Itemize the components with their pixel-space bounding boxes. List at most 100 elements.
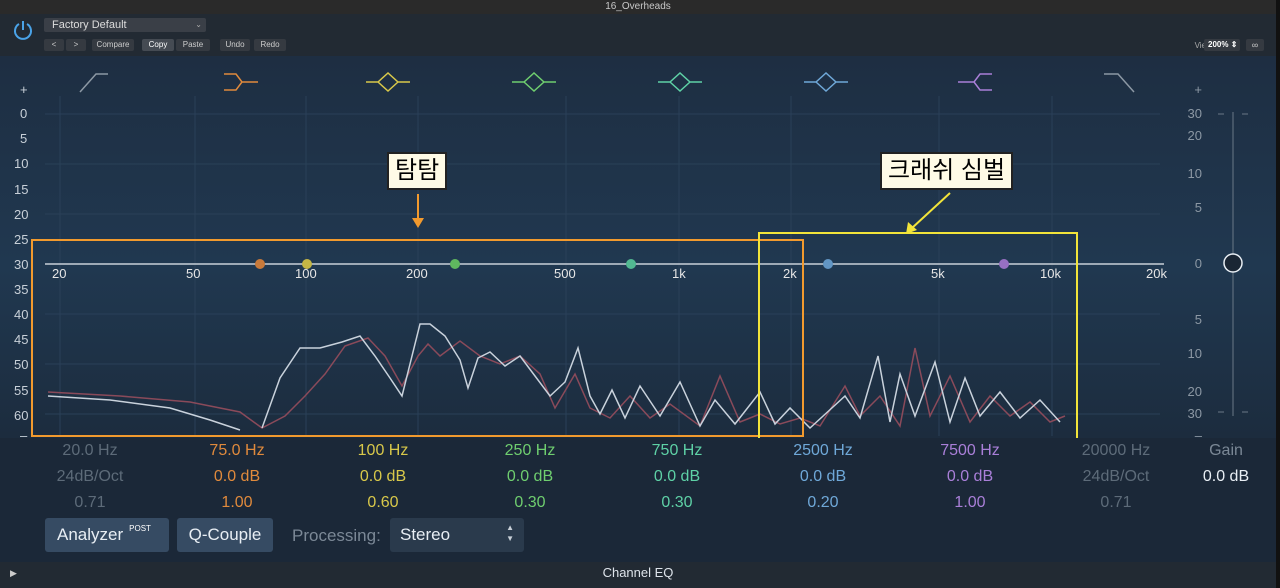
band-2-freq[interactable]: 75.0 Hz <box>177 438 297 464</box>
band-2-lowshelf-icon[interactable] <box>224 73 258 91</box>
crash-annotation-label: 크래쉬 심벌 <box>880 152 1014 190</box>
band-6-peak-icon[interactable] <box>804 71 848 93</box>
band-3-peak-icon[interactable] <box>366 71 410 93</box>
processing-label: Processing: <box>292 526 381 545</box>
bottom-controls: Analyzer POST Q-Couple Processing: Stereo… <box>0 510 1276 562</box>
band-7-handle[interactable] <box>999 259 1009 269</box>
db-scale-left-label: 35 <box>14 282 29 297</box>
db-scale-right-label: 20 <box>1187 384 1202 399</box>
background-strip <box>1276 0 1280 588</box>
gain-label: Gain <box>1209 442 1243 459</box>
band-5-params: 750 Hz 0.0 dB 0.30 <box>617 438 737 516</box>
redo-button[interactable]: Redo <box>254 39 286 51</box>
link-icon[interactable]: ∞ <box>1246 39 1264 51</box>
gain-slider-knob[interactable] <box>1223 253 1243 273</box>
db-scale-right-label: 5 <box>1194 200 1202 215</box>
analyzer-button[interactable]: Analyzer POST <box>45 518 169 552</box>
post-badge[interactable]: POST <box>129 512 151 546</box>
updown-arrows-icon: ▲ ▼ <box>506 523 514 543</box>
processing-select[interactable]: Stereo ▲ ▼ <box>390 518 524 552</box>
db-scale-left-label: 0 <box>20 106 28 121</box>
db-scale-right-label: 5 <box>1194 312 1202 327</box>
band-7-gain[interactable]: 0.0 dB <box>910 464 1030 490</box>
band-2-gain[interactable]: 0.0 dB <box>177 464 297 490</box>
next-preset-button[interactable]: > <box>66 39 86 51</box>
db-scale-left-label: 55 <box>14 383 29 398</box>
band-2-params: 75.0 Hz 0.0 dB 1.00 <box>177 438 297 516</box>
window-title: 16_Overheads <box>0 0 1276 14</box>
gain-value[interactable]: 0.0 dB <box>1196 464 1256 490</box>
db-scale-right-label: 30 <box>1187 106 1202 121</box>
band-3-gain[interactable]: 0.0 dB <box>323 464 443 490</box>
disclosure-triangle-icon[interactable]: ▶ <box>10 562 17 584</box>
processing-value: Stereo <box>400 525 451 544</box>
plugin-header: Factory Default ⌄ < > Compare Copy Paste… <box>0 14 1276 56</box>
db-scale-left-label: 50 <box>14 357 29 372</box>
freq-axis-label: 100 <box>295 266 317 281</box>
db-scale-left-label: 45 <box>14 332 29 347</box>
band-3-freq[interactable]: 100 Hz <box>323 438 443 464</box>
toms-annotation-label: 탐탐 <box>387 152 448 190</box>
band-6-gain[interactable]: 0.0 dB <box>763 464 883 490</box>
paste-button[interactable]: Paste <box>176 39 210 51</box>
eq-graph[interactable]: + 0 5 10 15 20 25 30 35 40 45 50 55 60 –… <box>0 56 1276 443</box>
band-7-params: 7500 Hz 0.0 dB 1.00 <box>910 438 1030 516</box>
db-scale-left-label: 60 <box>14 408 29 423</box>
band-5-freq[interactable]: 750 Hz <box>617 438 737 464</box>
plugin-footer: ▶ Channel EQ <box>0 562 1276 588</box>
band-1-slope[interactable]: 24dB/Oct <box>30 464 150 490</box>
freq-axis-label: 2k <box>783 266 797 281</box>
db-scale-right-label: + <box>1194 82 1202 97</box>
db-scale-right-label: 10 <box>1187 166 1202 181</box>
analyzer-label: Analyzer <box>57 525 124 544</box>
band-5-peak-icon[interactable] <box>658 71 702 93</box>
band-8-freq[interactable]: 20000 Hz <box>1056 438 1176 464</box>
band-6-freq[interactable]: 2500 Hz <box>763 438 883 464</box>
band-5-gain[interactable]: 0.0 dB <box>617 464 737 490</box>
band-4-handle[interactable] <box>450 259 460 269</box>
undo-button[interactable]: Undo <box>220 39 250 51</box>
copy-button[interactable]: Copy <box>142 39 174 51</box>
band-5-handle[interactable] <box>626 259 636 269</box>
preset-menu[interactable]: Factory Default ⌄ <box>44 18 206 32</box>
db-scale-right-label: 30 <box>1187 406 1202 421</box>
freq-axis-label: 200 <box>406 266 428 281</box>
compare-button[interactable]: Compare <box>92 39 134 51</box>
freq-axis-label: 5k <box>931 266 945 281</box>
preset-name: Factory Default <box>52 19 127 31</box>
band-6-handle[interactable] <box>823 259 833 269</box>
prev-preset-button[interactable]: < <box>44 39 64 51</box>
band-parameters: 20.0 Hz 24dB/Oct 0.71 75.0 Hz 0.0 dB 1.0… <box>0 438 1276 511</box>
freq-axis-label: 50 <box>186 266 201 281</box>
chevron-down-icon: ⌄ <box>195 20 202 29</box>
db-scale-left-label: 5 <box>20 131 28 146</box>
master-gain-params: Gain 0.0 dB <box>1196 438 1256 490</box>
db-scale-left-label: 10 <box>14 156 29 171</box>
power-icon[interactable] <box>12 19 34 41</box>
crash-arrow <box>911 192 951 229</box>
band-1-highpass-icon[interactable] <box>79 73 108 93</box>
db-scale-left-label: 20 <box>14 207 29 222</box>
db-scale-left-label: 15 <box>14 182 29 197</box>
freq-axis-label: 20k <box>1146 266 1167 281</box>
freq-axis-label: 20 <box>52 266 67 281</box>
db-scale-left-label: 25 <box>14 232 29 247</box>
band-2-handle[interactable] <box>255 259 265 269</box>
band-8-lowpass-icon[interactable] <box>1104 73 1135 93</box>
band-1-params: 20.0 Hz 24dB/Oct 0.71 <box>30 438 150 516</box>
band-1-freq[interactable]: 20.0 Hz <box>30 438 150 464</box>
band-4-freq[interactable]: 250 Hz <box>470 438 590 464</box>
band-7-highshelf-icon[interactable] <box>958 73 992 91</box>
band-7-freq[interactable]: 7500 Hz <box>910 438 1030 464</box>
band-8-slope[interactable]: 24dB/Oct <box>1056 464 1176 490</box>
plugin-window: 16_Overheads Factory Default ⌄ < > Compa… <box>0 0 1277 588</box>
view-zoom-select[interactable]: 200% ⇕ <box>1204 39 1240 51</box>
band-4-gain[interactable]: 0.0 dB <box>470 464 590 490</box>
q-couple-button[interactable]: Q-Couple <box>177 518 273 552</box>
band-4-params: 250 Hz 0.0 dB 0.30 <box>470 438 590 516</box>
plugin-name: Channel EQ <box>602 565 674 580</box>
view-zoom-value: 200% <box>1208 40 1229 49</box>
band-6-params: 2500 Hz 0.0 dB 0.20 <box>763 438 883 516</box>
band-4-peak-icon[interactable] <box>512 71 556 93</box>
freq-axis-label: 10k <box>1040 266 1061 281</box>
